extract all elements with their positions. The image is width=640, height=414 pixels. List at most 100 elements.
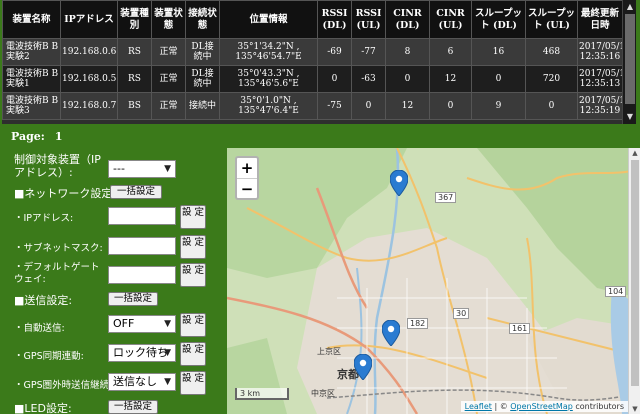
- zoom-control: + −: [235, 156, 259, 200]
- led-bulk-set-button[interactable]: 一括設定: [108, 400, 158, 414]
- road-shield-104: 104: [605, 286, 627, 297]
- place-label-kamigyo: 上京区: [317, 347, 341, 356]
- table-cell: -63: [351, 65, 386, 93]
- table-cell: DL接続中: [185, 65, 220, 93]
- table-cell: 0: [471, 65, 526, 93]
- default-gateway-label: ・デフォルトゲートウェイ:: [14, 262, 100, 285]
- table-row[interactable]: 電波技術B B実験1 192.168.0.5 RS 正常 DL接続中 35°0'…: [2, 65, 631, 93]
- chevron-down-icon: ▼: [164, 348, 171, 358]
- gps-out-set-button[interactable]: 設 定: [180, 371, 206, 395]
- table-cell: 正常: [151, 92, 186, 120]
- column-header[interactable]: CINR (UL): [429, 0, 472, 39]
- table-cell: 6: [429, 38, 472, 66]
- default-gateway-input[interactable]: [108, 266, 176, 284]
- scroll-up-icon[interactable]: ▲: [629, 149, 640, 157]
- gps-link-label: ・GPS同期連動:: [14, 351, 84, 362]
- table-cell: 2017/05/16 12:35:13: [577, 65, 631, 93]
- osm-link[interactable]: OpenStreetMap: [510, 402, 573, 411]
- map-scrollbar[interactable]: ▲ ▼: [628, 148, 640, 414]
- target-device-select[interactable]: --- ▼: [108, 160, 176, 178]
- road-shield-161: 161: [509, 323, 531, 334]
- table-cell: 720: [525, 65, 578, 93]
- scrollbar-thumb[interactable]: [631, 160, 639, 386]
- column-header[interactable]: 装置名称: [2, 0, 61, 39]
- subnet-mask-label: ・サブネットマスク:: [14, 243, 103, 254]
- column-header[interactable]: スループット (UL): [525, 0, 578, 39]
- subnet-set-button[interactable]: 設 定: [180, 235, 206, 259]
- column-header[interactable]: CINR (DL): [385, 0, 430, 39]
- column-header[interactable]: 装置種別: [117, 0, 152, 39]
- device-status-panel: 装置名称 IPアドレス 装置種別 装置状態 接続状態 位置情報 RSSI (DL…: [2, 0, 636, 124]
- table-cell: -75: [317, 92, 352, 120]
- table-cell: 12: [429, 65, 472, 93]
- auto-send-label: ・自動送信:: [14, 323, 65, 334]
- table-row[interactable]: 電波技術B B実験2 192.168.0.6 RS 正常 DL接続中 35°1'…: [2, 38, 631, 66]
- table-cell: 9: [471, 92, 526, 120]
- map-marker-icon[interactable]: [382, 320, 400, 346]
- table-cell: 0: [429, 92, 472, 120]
- column-header[interactable]: 装置状態: [151, 0, 186, 39]
- column-header[interactable]: IPアドレス: [60, 0, 118, 39]
- network-section-label: ■ネットワーク設定:: [14, 187, 117, 200]
- column-header[interactable]: スループット (DL): [471, 0, 526, 39]
- table-row[interactable]: 電波技術B B実験3 192.168.0.7 BS 正常 接続中 35°0'1.…: [2, 92, 631, 120]
- table-header-row: 装置名称 IPアドレス 装置種別 装置状態 接続状態 位置情報 RSSI (DL…: [2, 0, 623, 39]
- auto-send-value: OFF: [113, 317, 135, 330]
- map-marker-icon[interactable]: [354, 354, 372, 380]
- table-scrollbar[interactable]: ▲ ▼: [622, 0, 636, 124]
- send-section-label: ■送信設定:: [14, 294, 73, 307]
- map-marker-icon[interactable]: [390, 170, 408, 196]
- pagination: Page: 1: [11, 130, 63, 143]
- map-attribution: Leaflet | © OpenStreetMap contributors: [460, 401, 628, 412]
- table-cell: 35°0'43.3"N , 135°46'5.6"E: [219, 65, 318, 93]
- leaflet-link[interactable]: Leaflet: [465, 402, 492, 411]
- map-scale: 3 km: [235, 388, 289, 400]
- road-shield-30: 30: [453, 308, 470, 319]
- ip-set-button[interactable]: 設 定: [180, 205, 206, 229]
- table-cell: 接続中: [185, 92, 220, 120]
- zoom-in-button[interactable]: +: [237, 158, 257, 178]
- scroll-down-icon[interactable]: ▼: [629, 405, 640, 413]
- table-cell: BS: [117, 92, 152, 120]
- table-cell: 12: [385, 92, 430, 120]
- map-view[interactable]: 367 30 161 182 104 上京区 京都 中京区 + − 3 km L…: [227, 148, 640, 414]
- auto-send-set-button[interactable]: 設 定: [180, 313, 206, 337]
- table-cell: 0: [525, 92, 578, 120]
- auto-send-select[interactable]: OFF ▼: [108, 315, 176, 333]
- road-shield-182: 182: [407, 318, 429, 329]
- column-header[interactable]: 接続状態: [185, 0, 220, 39]
- led-section-label: ■LED設定:: [14, 402, 72, 414]
- column-header[interactable]: 位置情報: [219, 0, 318, 39]
- gps-link-set-button[interactable]: 設 定: [180, 342, 206, 366]
- road-shield-367: 367: [435, 192, 457, 203]
- table-cell: 正常: [151, 65, 186, 93]
- table-cell: RS: [117, 65, 152, 93]
- table-cell: -69: [317, 38, 352, 66]
- table-cell: 0: [385, 65, 430, 93]
- table-cell: 192.168.0.6: [60, 38, 118, 66]
- gps-link-value: ロック待ち: [113, 346, 168, 359]
- table-cell: DL接続中: [185, 38, 220, 66]
- network-bulk-set-button[interactable]: 一括設定: [110, 185, 162, 199]
- gateway-set-button[interactable]: 設 定: [180, 263, 206, 287]
- gps-out-select[interactable]: 送信なし ▼: [108, 373, 176, 391]
- table-cell: 0: [351, 92, 386, 120]
- scroll-down-icon[interactable]: ▼: [623, 111, 636, 123]
- zoom-out-button[interactable]: −: [237, 178, 257, 198]
- column-header[interactable]: RSSI (UL): [351, 0, 386, 39]
- map-tiles: [227, 148, 640, 414]
- scrollbar-thumb[interactable]: [625, 14, 635, 104]
- ip-address-label: ・IPアドレス:: [14, 213, 74, 224]
- send-bulk-set-button[interactable]: 一括設定: [108, 292, 158, 306]
- column-header[interactable]: RSSI (DL): [317, 0, 352, 39]
- place-label-nakagyo: 中京区: [311, 389, 335, 398]
- column-header[interactable]: 最終更新日時: [577, 0, 623, 39]
- scroll-up-icon[interactable]: ▲: [623, 1, 636, 13]
- ip-address-input[interactable]: [108, 207, 176, 225]
- page-number[interactable]: 1: [55, 130, 63, 143]
- gps-link-select[interactable]: ロック待ち ▼: [108, 344, 176, 362]
- table-cell: 0: [317, 65, 352, 93]
- table-cell: 35°1'34.2"N , 135°46'54.7"E: [219, 38, 318, 66]
- subnet-mask-input[interactable]: [108, 237, 176, 255]
- chevron-down-icon: ▼: [164, 319, 171, 329]
